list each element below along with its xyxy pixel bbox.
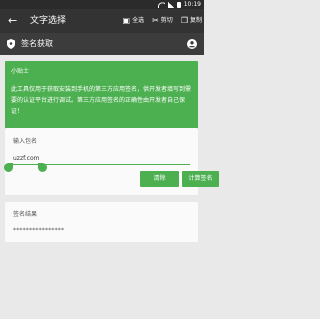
page-title: 签名获取 <box>21 39 53 48</box>
wifi-icon <box>158 2 165 8</box>
signature-result-value: **************** <box>13 227 65 234</box>
tip-body: 此工具仅用于获取安装到手机的第三方应用签名，供开发者填写到需要的认证平台进行调试… <box>11 86 192 115</box>
signal-icon <box>167 1 174 8</box>
package-input-label: 输入包名 <box>13 138 38 145</box>
copy-icon: ❐ <box>180 16 188 25</box>
status-bar: 10:19 <box>0 0 204 9</box>
action-bar-title: 文字选择 <box>30 16 67 26</box>
compute-signature-button[interactable]: 计算签名 <box>182 171 219 187</box>
signature-result-label: 签名结果 <box>13 211 38 218</box>
signature-result-card: 签名结果 **************** <box>5 202 198 242</box>
back-arrow-icon[interactable]: ← <box>8 15 17 27</box>
page-header: 签名获取 <box>0 33 204 55</box>
tip-title: 小贴士 <box>11 68 30 75</box>
select-all-label: 全选 <box>132 17 145 24</box>
selection-handle-start[interactable] <box>4 163 13 172</box>
copy-button[interactable]: ❐ 复制 <box>181 16 202 26</box>
cut-button[interactable]: ✂ 剪切 <box>152 16 173 26</box>
text-selection-action-bar: ← 文字选择 ▣ 全选 ✂ 剪切 ❐ 复制 <box>0 9 204 33</box>
account-icon[interactable] <box>187 39 197 49</box>
status-time: 10:19 <box>183 1 201 8</box>
select-all-button[interactable]: ▣ 全选 <box>123 16 145 26</box>
copy-label: 复制 <box>189 17 202 24</box>
cut-icon: ✂ <box>152 16 159 25</box>
selection-handle-end[interactable] <box>38 163 47 172</box>
select-all-icon: ▣ <box>122 16 131 25</box>
shield-icon <box>7 39 15 49</box>
battery-icon <box>176 1 181 8</box>
clear-button[interactable]: 清除 <box>140 171 179 187</box>
cut-label: 剪切 <box>160 17 173 24</box>
